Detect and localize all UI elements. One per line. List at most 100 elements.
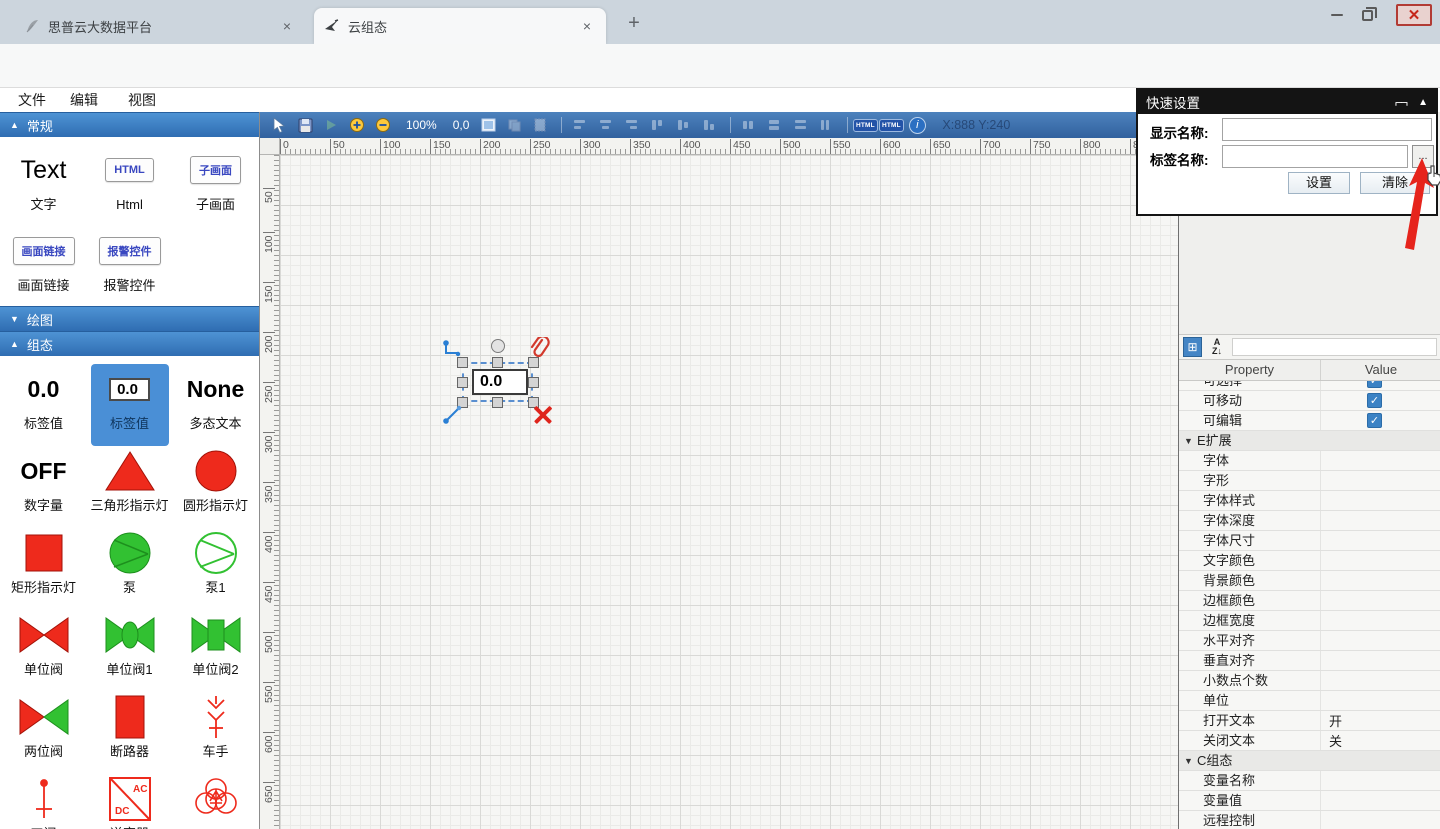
palette-item-数字量[interactable]: OFF数字量: [1, 446, 87, 528]
zoom-out-icon[interactable]: [372, 115, 394, 135]
selected-label-value-widget[interactable]: 0.0: [472, 369, 528, 395]
delete-x-icon[interactable]: [533, 405, 553, 425]
property-row-远程控制[interactable]: 远程控制: [1179, 811, 1440, 829]
align-top-icon[interactable]: [646, 115, 668, 135]
section-header-draw[interactable]: ▼ 绘图: [0, 306, 259, 331]
palette-item-标签值[interactable]: 0.0标签值: [1, 364, 87, 446]
palette-item-子画面[interactable]: 子画面子画面: [173, 145, 259, 225]
property-row-字体样式[interactable]: 字体样式: [1179, 491, 1440, 511]
property-value[interactable]: [1321, 671, 1440, 690]
property-value[interactable]: [1321, 491, 1440, 510]
palette-item-PT[interactable]: PT: [173, 774, 259, 829]
dock-icon[interactable]: ⌐¬: [1395, 95, 1406, 110]
align-bottom-icon[interactable]: [698, 115, 720, 135]
property-value[interactable]: [1321, 511, 1440, 530]
property-value[interactable]: [1321, 811, 1440, 829]
palette-item-逆变器[interactable]: ACDC逆变器: [87, 774, 173, 829]
palette-item-三角形指示灯[interactable]: 三角形指示灯: [87, 446, 173, 528]
align-left-icon[interactable]: [568, 115, 590, 135]
rotate-handle[interactable]: [491, 339, 505, 353]
checkbox-checked-icon[interactable]: ✓: [1367, 413, 1382, 428]
tab-close-icon[interactable]: ×: [278, 17, 296, 35]
palette-item-报警控件[interactable]: 报警控件报警控件: [87, 226, 173, 306]
resize-handle[interactable]: [457, 377, 468, 388]
resize-handle[interactable]: [492, 357, 503, 368]
property-row-可编辑[interactable]: 可编辑✓: [1179, 411, 1440, 431]
property-row-小数点个数[interactable]: 小数点个数: [1179, 671, 1440, 691]
paste-icon[interactable]: [529, 115, 551, 135]
tag-name-input[interactable]: [1222, 145, 1408, 168]
section-header-scada[interactable]: ▲ 组态: [0, 331, 259, 356]
menu-file[interactable]: 文件: [10, 88, 54, 112]
sort-az-icon[interactable]: AZ↓: [1206, 337, 1228, 357]
set-button[interactable]: 设置: [1288, 172, 1350, 194]
property-value[interactable]: ✓: [1321, 381, 1440, 390]
palette-item-两位阀[interactable]: 两位阀: [1, 692, 87, 774]
window-close-button[interactable]: ✕: [1396, 4, 1432, 26]
property-value[interactable]: [1321, 791, 1440, 810]
property-row-C组态[interactable]: ▼C组态: [1179, 751, 1440, 771]
property-row-单位[interactable]: 单位: [1179, 691, 1440, 711]
section-header-general[interactable]: ▲ 常规: [0, 112, 259, 137]
menu-edit[interactable]: 编辑: [62, 88, 106, 112]
page-setup-icon[interactable]: [477, 115, 499, 135]
align-middle-icon[interactable]: [672, 115, 694, 135]
property-row-打开文本[interactable]: 打开文本开: [1179, 711, 1440, 731]
html-preview-icon[interactable]: HTML: [880, 115, 902, 135]
run-icon[interactable]: [320, 115, 342, 135]
checkbox-checked-icon[interactable]: ✓: [1367, 393, 1382, 408]
property-value[interactable]: [1321, 691, 1440, 710]
property-row-背景颜色[interactable]: 背景颜色: [1179, 571, 1440, 591]
align-center-icon[interactable]: [594, 115, 616, 135]
property-value[interactable]: 开: [1321, 711, 1440, 730]
save-icon[interactable]: [294, 115, 316, 135]
resize-handle[interactable]: [492, 397, 503, 408]
new-tab-button[interactable]: +: [622, 12, 646, 36]
property-row-字体[interactable]: 字体: [1179, 451, 1440, 471]
property-value[interactable]: ✓: [1321, 411, 1440, 430]
property-value[interactable]: [1321, 471, 1440, 490]
property-value[interactable]: [1321, 631, 1440, 650]
copy-icon[interactable]: [503, 115, 525, 135]
html-export-icon[interactable]: HTML: [854, 115, 876, 135]
property-row-可选择[interactable]: 可选择✓: [1179, 381, 1440, 391]
property-value[interactable]: [1321, 651, 1440, 670]
palette-item-刀闸[interactable]: 刀闸: [1, 774, 87, 829]
property-value[interactable]: [1321, 771, 1440, 790]
collapse-arrow-icon[interactable]: ▲: [1418, 97, 1428, 108]
browser-tab-2-active[interactable]: 云组态 ×: [314, 8, 606, 44]
attach-paperclip-icon[interactable]: [528, 337, 552, 363]
property-value[interactable]: ✓: [1321, 391, 1440, 410]
palette-item-文字[interactable]: Text文字: [1, 145, 87, 225]
property-row-字体深度[interactable]: 字体深度: [1179, 511, 1440, 531]
property-row-字形[interactable]: 字形: [1179, 471, 1440, 491]
palette-item-标签值[interactable]: 0.0标签值: [91, 364, 169, 446]
property-value[interactable]: [1321, 591, 1440, 610]
property-filter-box[interactable]: [1232, 338, 1437, 356]
palette-item-单位阀2[interactable]: 单位阀2: [173, 610, 259, 692]
same-width-icon[interactable]: [737, 115, 759, 135]
property-row-E扩展[interactable]: ▼E扩展: [1179, 431, 1440, 451]
categorized-view-icon[interactable]: ⊞: [1183, 337, 1202, 357]
connector-elbow-icon[interactable]: [442, 339, 462, 359]
property-row-文字颜色[interactable]: 文字颜色: [1179, 551, 1440, 571]
property-value[interactable]: [1321, 451, 1440, 470]
window-minimize-button[interactable]: [1322, 4, 1352, 26]
palette-item-画面链接[interactable]: 画面链接画面链接: [1, 226, 87, 306]
select-cursor-icon[interactable]: [268, 115, 290, 135]
window-restore-button[interactable]: [1352, 4, 1382, 26]
palette-item-车手[interactable]: 车手: [173, 692, 259, 774]
property-row-变量名称[interactable]: 变量名称: [1179, 771, 1440, 791]
property-value[interactable]: [1321, 531, 1440, 550]
property-value[interactable]: [1321, 571, 1440, 590]
property-row-变量值[interactable]: 变量值: [1179, 791, 1440, 811]
align-right-icon[interactable]: [620, 115, 642, 135]
design-canvas[interactable]: 0.0: [280, 155, 1178, 829]
browser-tab-1[interactable]: 思普云大数据平台 ×: [14, 8, 306, 44]
distribute-h-icon[interactable]: [789, 115, 811, 135]
palette-item-断路器[interactable]: 断路器: [87, 692, 173, 774]
property-value[interactable]: [1321, 551, 1440, 570]
palette-item-泵[interactable]: 泵: [87, 528, 173, 610]
menu-view[interactable]: 视图: [120, 88, 164, 112]
palette-item-单位阀[interactable]: 单位阀: [1, 610, 87, 692]
